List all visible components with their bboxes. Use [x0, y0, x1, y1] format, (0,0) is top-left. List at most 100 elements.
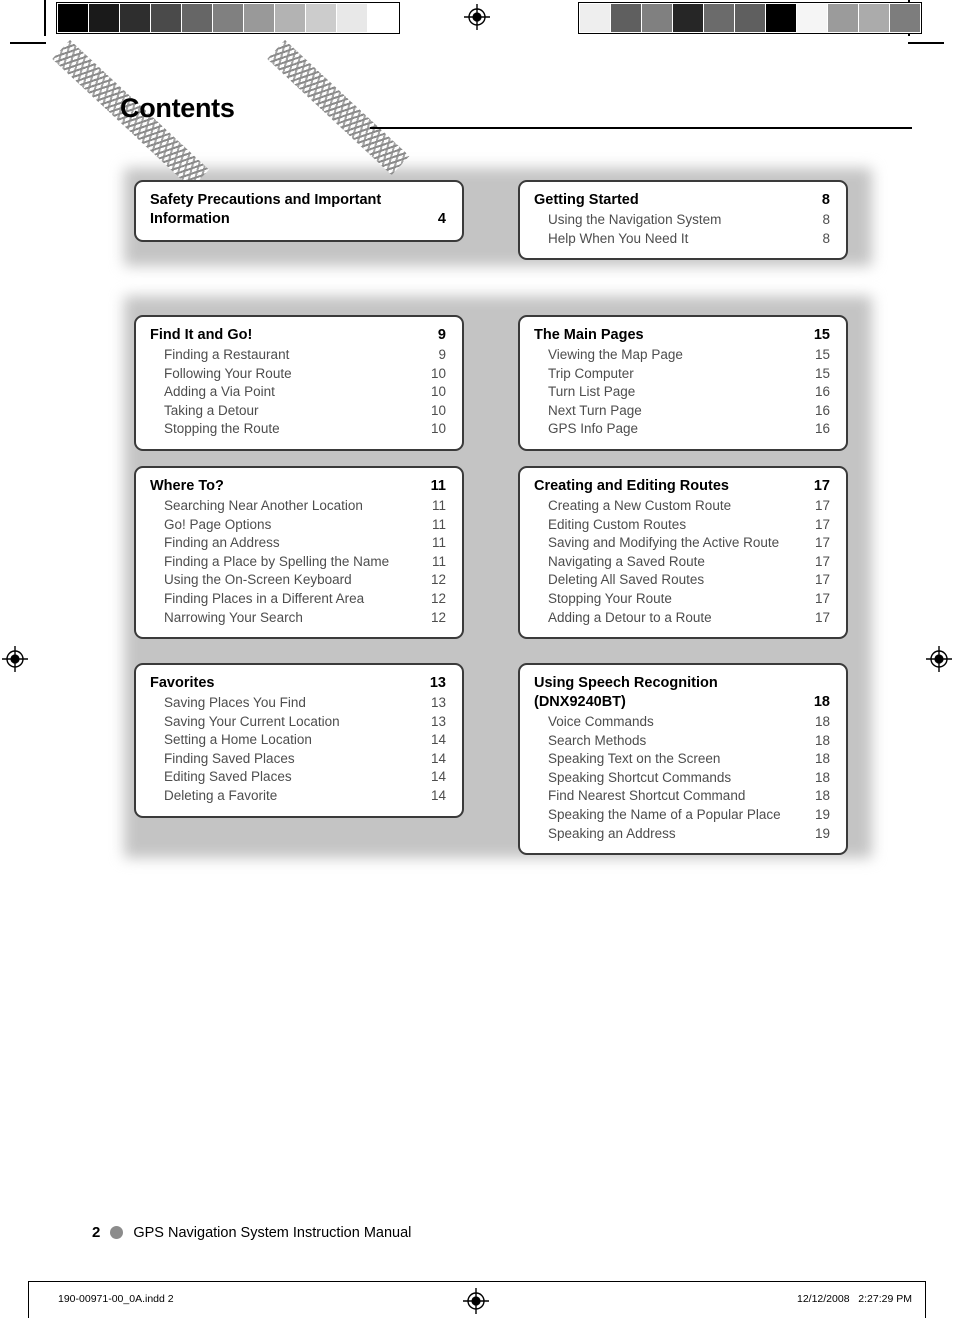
- toc-entry-title: Setting a Home Location: [164, 732, 312, 748]
- toc-entry-page: 10: [430, 384, 446, 400]
- toc-heading: Creating and Editing Routes 17: [534, 477, 830, 496]
- calibration-swatch-5: [735, 4, 765, 32]
- toc-box-creating-and-editing-routes[interactable]: Creating and Editing Routes 17 Creating a …: [518, 466, 848, 640]
- toc-box-the-main-pages[interactable]: The Main Pages 15 Viewing the Map Page 15 Tr…: [518, 315, 848, 451]
- toc-entry[interactable]: Finding Places in a Different Area 12: [150, 590, 446, 609]
- crop-mark-icon: [10, 42, 46, 44]
- toc-entry[interactable]: Saving Places You Find 13: [150, 694, 446, 713]
- toc-entry[interactable]: Speaking Text on the Screen 18: [534, 750, 830, 769]
- toc-entry-page: 10: [430, 402, 446, 418]
- toc-entry-title: Deleting a Favorite: [164, 787, 278, 803]
- toc-entry-page: 15: [814, 347, 830, 362]
- toc-entry[interactable]: Saving Your Current Location 13: [150, 713, 446, 732]
- calibration-swatch-0: [580, 4, 610, 32]
- toc-entry[interactable]: Help When You Need It 8: [534, 230, 830, 249]
- toc-entry-page: 11: [431, 516, 446, 532]
- toc-entry[interactable]: Voice Commands 18: [534, 713, 830, 732]
- toc-entry-page: 17: [814, 590, 830, 606]
- toc-entry[interactable]: Finding a Restaurant 9: [150, 346, 446, 365]
- toc-entry-page: 10: [430, 421, 446, 437]
- toc-entry-title: Go! Page Options: [164, 516, 272, 532]
- toc-entry[interactable]: Using the On-Screen Keyboard 12: [150, 571, 446, 590]
- toc-heading: Getting Started 8: [534, 191, 830, 210]
- toc-entry-title: Using the Navigation System: [548, 212, 722, 227]
- toc-entry[interactable]: Next Turn Page 16: [534, 402, 830, 421]
- calibration-swatch-2: [120, 4, 150, 32]
- toc-entry[interactable]: Deleting All Saved Routes 17: [534, 571, 830, 590]
- toc-entry[interactable]: Deleting a Favorite 14: [150, 787, 446, 806]
- toc-entry-title: Following Your Route: [164, 365, 292, 381]
- toc-box-where-to[interactable]: Where To? 11 Searching Near Another Locati…: [134, 466, 464, 640]
- toc-heading-line-2: (DNX9240BT): [534, 694, 626, 710]
- toc-entry[interactable]: Taking a Detour 10: [150, 402, 446, 421]
- toc-entry[interactable]: Speaking Shortcut Commands 18: [534, 769, 830, 788]
- toc-entry[interactable]: Narrowing Your Search 12: [150, 609, 446, 628]
- toc-heading-title: The Main Pages: [534, 327, 644, 343]
- calibration-swatch-7: [797, 4, 827, 32]
- toc-entry[interactable]: Search Methods 18: [534, 732, 830, 751]
- registration-target-icon: [926, 646, 952, 672]
- toc-entry-page: 19: [814, 806, 830, 822]
- toc-entry[interactable]: Speaking an Address 19: [534, 825, 830, 844]
- toc-entry[interactable]: Saving and Modifying the Active Route 17: [534, 534, 830, 553]
- toc-entry-title: Finding Saved Places: [164, 750, 295, 766]
- toc-entry-page: 14: [430, 769, 446, 785]
- toc-box-getting-started[interactable]: Getting Started 8 Using the Navigation Sys…: [518, 180, 848, 261]
- toc-entry-title: Navigating a Saved Route: [548, 553, 705, 569]
- toc-heading-page: 9: [437, 327, 446, 343]
- toc-heading-line-2: Information: [150, 211, 230, 227]
- toc-entry[interactable]: Finding a Place by Spelling the Name 11: [150, 553, 446, 572]
- toc-entry[interactable]: Trip Computer 15: [534, 365, 830, 384]
- toc-entry[interactable]: Adding a Detour to a Route 17: [534, 609, 830, 628]
- toc-heading: Where To? 11: [150, 477, 446, 496]
- toc-entry[interactable]: Editing Saved Places 14: [150, 768, 446, 787]
- toc-heading-page: 13: [429, 675, 446, 691]
- toc-entry[interactable]: Find Nearest Shortcut Command 18: [534, 787, 830, 806]
- toc-entry-title: Creating a New Custom Route: [548, 498, 732, 513]
- page-footer: 2 GPS Navigation System Instruction Manu…: [92, 1224, 411, 1241]
- toc-entry-title: Adding a Detour to a Route: [548, 609, 712, 625]
- toc-entry[interactable]: Navigating a Saved Route 17: [534, 553, 830, 572]
- toc-entry-title: Trip Computer: [548, 365, 634, 381]
- toc-box-find-it-and-go[interactable]: Find It and Go! 9 Finding a Restaurant 9 Fol…: [134, 315, 464, 451]
- toc-entry[interactable]: GPS Info Page 16: [534, 420, 830, 439]
- toc-entry[interactable]: Go! Page Options 11: [150, 516, 446, 535]
- toc-entry-title: Taking a Detour: [164, 402, 259, 418]
- toc-entry-title: Help When You Need It: [548, 230, 689, 246]
- toc-entry[interactable]: Using the Navigation System 8: [534, 211, 830, 230]
- toc-entry-title: Saving Places You Find: [164, 695, 306, 710]
- toc-entry-page: 18: [814, 751, 830, 767]
- toc-heading-page: 17: [813, 478, 830, 494]
- toc-entry[interactable]: Finding Saved Places 14: [150, 750, 446, 769]
- toc-entry[interactable]: Viewing the Map Page 15: [534, 346, 830, 365]
- toc-box-using-speech-recognition[interactable]: Using Speech Recognition (DNX9240BT) 18 Voi…: [518, 663, 848, 856]
- toc-entry[interactable]: Following Your Route 10: [150, 365, 446, 384]
- toc-heading-title: Favorites: [150, 675, 215, 691]
- page-title: Contents: [120, 93, 235, 123]
- toc-entry[interactable]: Searching Near Another Location 11: [150, 497, 446, 516]
- calibration-swatch-5: [213, 4, 243, 32]
- toc-entry-title: Viewing the Map Page: [548, 347, 683, 362]
- toc-entry-page: 11: [431, 535, 446, 551]
- calibration-swatch-6: [766, 4, 796, 32]
- toc-entry[interactable]: Adding a Via Point 10: [150, 383, 446, 402]
- toc-entry[interactable]: Turn List Page 16: [534, 383, 830, 402]
- toc-box-safety-precautions[interactable]: Safety Precautions and Important Informat…: [134, 180, 464, 242]
- toc-entry-title: Saving and Modifying the Active Route: [548, 535, 780, 551]
- toc-entry[interactable]: Creating a New Custom Route 17: [534, 497, 830, 516]
- toc-entry-title: Using the On-Screen Keyboard: [164, 572, 352, 588]
- toc-entry-page: 16: [814, 384, 830, 400]
- toc-entry[interactable]: Stopping the Route 10: [150, 420, 446, 439]
- print-bar-right-edge: [925, 1281, 926, 1318]
- toc-entry-page: 9: [438, 347, 446, 362]
- toc-entry-page: 8: [822, 212, 830, 227]
- toc-entry-title: Turn List Page: [548, 384, 636, 400]
- toc-entry[interactable]: Stopping Your Route 17: [534, 590, 830, 609]
- toc-entry[interactable]: Speaking the Name of a Popular Place 19: [534, 806, 830, 825]
- toc-heading-page: 15: [813, 327, 830, 343]
- toc-box-favorites[interactable]: Favorites 13 Saving Places You Find 13 Savin…: [134, 663, 464, 818]
- toc-entry[interactable]: Editing Custom Routes 17: [534, 516, 830, 535]
- toc-entry[interactable]: Setting a Home Location 14: [150, 731, 446, 750]
- toc-entry[interactable]: Finding an Address 11: [150, 534, 446, 553]
- toc-entry-page: 11: [431, 553, 446, 569]
